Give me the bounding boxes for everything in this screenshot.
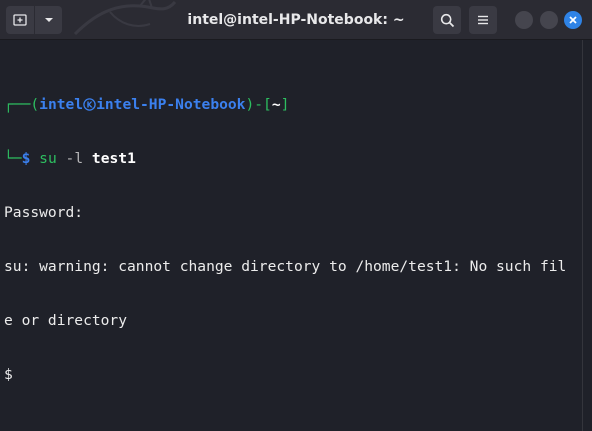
- prompt-cwd: ~: [271, 96, 281, 113]
- prompt-user: intel: [39, 96, 84, 113]
- header-bar: intel@intel-HP-Notebook: ~: [0, 0, 592, 40]
- command-arg: test1: [91, 150, 136, 167]
- window-title: intel@intel-HP-Notebook: ~: [187, 12, 405, 28]
- hamburger-menu-icon: [478, 15, 488, 25]
- maximize-button[interactable]: [540, 11, 558, 29]
- output-line: $: [4, 366, 13, 383]
- terminal-window: intel@intel-HP-Notebook: ~ ┌──(intel Kint…: [0, 0, 592, 431]
- prompt-corner: └─: [4, 150, 22, 167]
- output-line: Password:: [4, 204, 84, 221]
- prompt-dollar: $: [21, 150, 31, 167]
- prompt-close: ]: [280, 96, 290, 113]
- search-button[interactable]: [433, 6, 461, 34]
- prompt-line-1: ┌──(intel Kintel-HP-Notebook)-[~]: [4, 96, 582, 114]
- prompt-host: intel-HP-Notebook: [96, 96, 246, 113]
- svg-text:K: K: [87, 100, 94, 109]
- scrollbar[interactable]: [582, 40, 592, 431]
- close-icon: [569, 16, 577, 24]
- terminal-output[interactable]: ┌──(intel Kintel-HP-Notebook)-[~] └─$ su …: [0, 40, 582, 431]
- output-line: e or directory: [4, 312, 128, 329]
- prompt-open: ┌──(: [4, 96, 40, 113]
- kali-skull-icon: K: [83, 98, 96, 111]
- search-icon: [440, 13, 454, 27]
- menu-button[interactable]: [469, 6, 497, 34]
- minimize-button[interactable]: [515, 11, 533, 29]
- output-line: su: warning: cannot change directory to …: [4, 258, 567, 275]
- command-flag: -l: [65, 150, 84, 167]
- prompt-mid: )-[: [245, 96, 272, 113]
- prompt-line-2: └─$ su -l test1: [4, 150, 582, 168]
- command-name: su: [39, 150, 57, 167]
- close-button[interactable]: [564, 11, 582, 29]
